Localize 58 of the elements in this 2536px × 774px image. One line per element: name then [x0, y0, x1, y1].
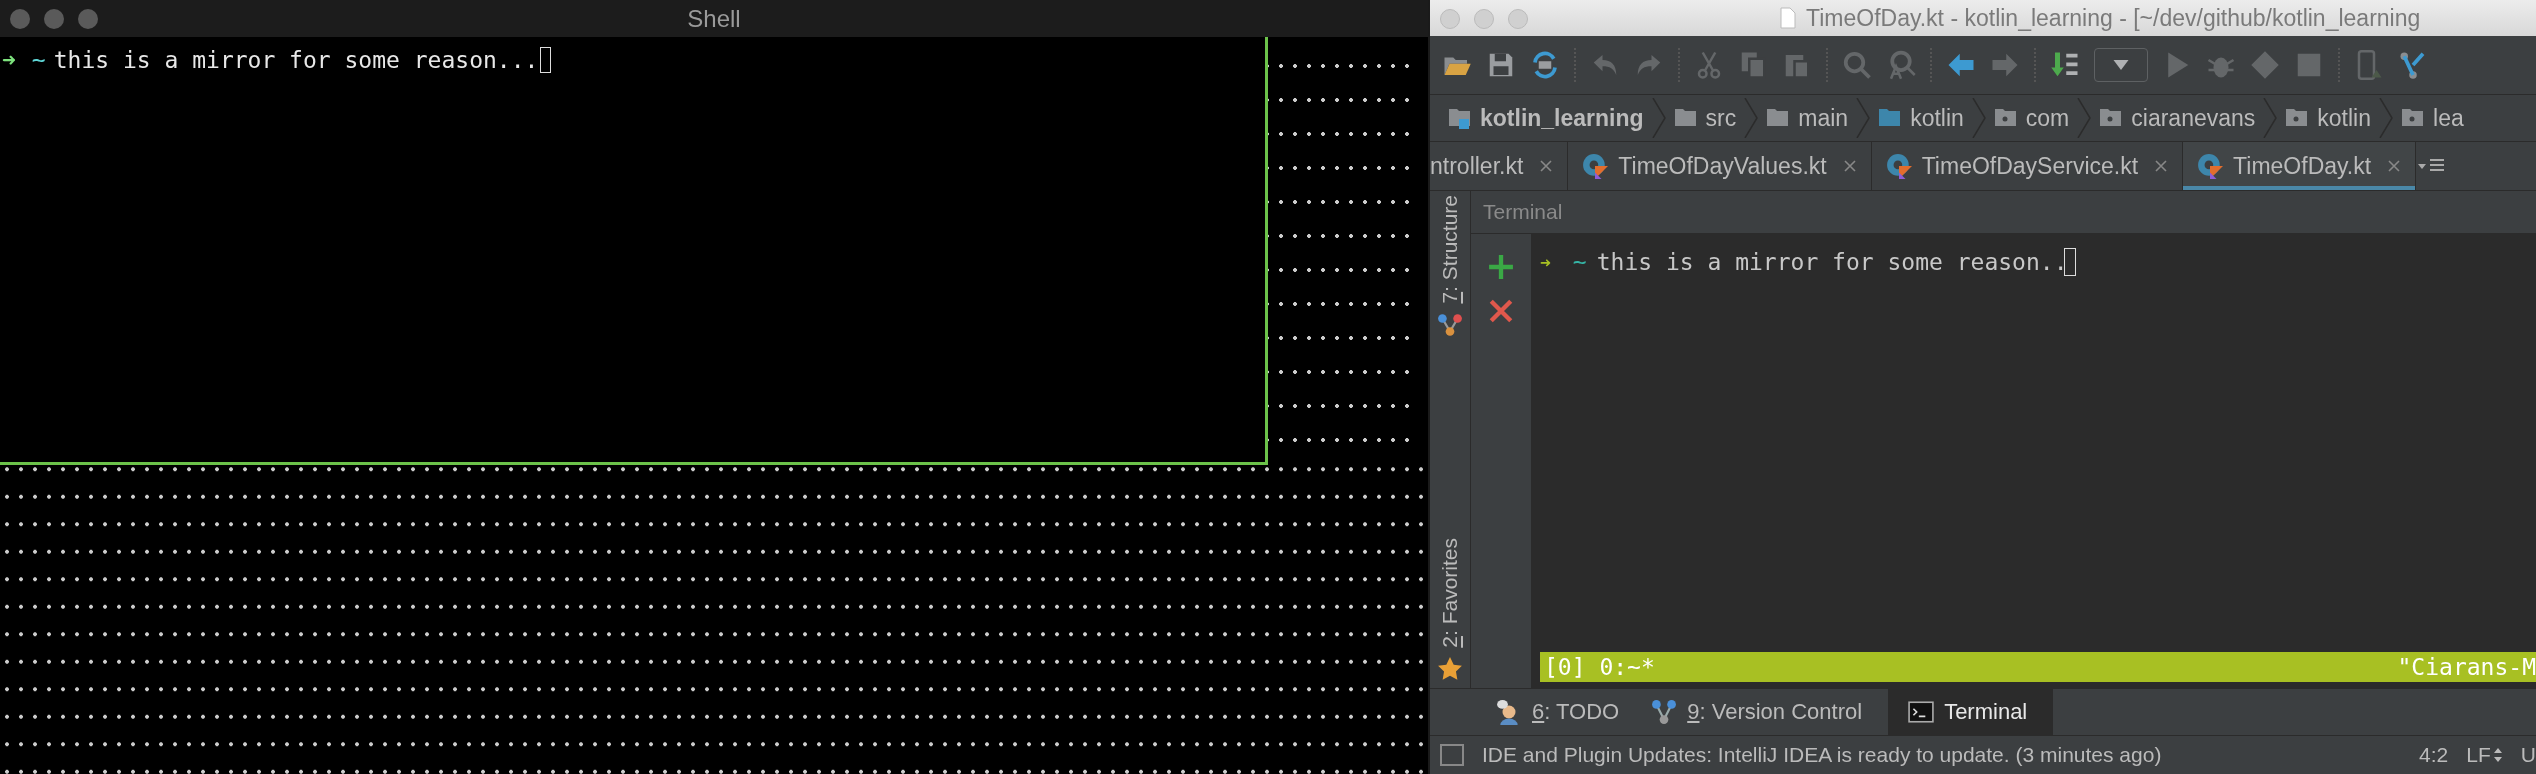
breadcrumb-item[interactable]: kotlin: [2281, 104, 2375, 132]
status-message[interactable]: IDE and Plugin Updates: IntelliJ IDEA is ready to update. (3 minutes ago): [1482, 743, 2402, 767]
breadcrumb-item[interactable]: main: [1762, 104, 1853, 132]
tool-window-tab[interactable]: Terminal: [1888, 689, 2054, 735]
prompt-directory: ~: [1572, 249, 1587, 275]
tool-windows-icon[interactable]: [1440, 744, 1464, 766]
tool-window-tab[interactable]: 6: TODO: [1490, 689, 1646, 735]
breadcrumb-item[interactable]: lea: [2397, 104, 2468, 132]
kotlin-class-icon: [1582, 153, 1609, 179]
breadcrumb-item[interactable]: com: [1989, 104, 2074, 132]
close-icon[interactable]: [1842, 159, 1857, 173]
window-title: Shell: [687, 4, 741, 33]
terminal-icon: [1908, 699, 1935, 725]
caret-icon: [2113, 60, 2129, 70]
prompt-arrow: ➜: [1540, 251, 1551, 273]
star-icon: [1437, 656, 1463, 682]
updown-icon: [2492, 747, 2503, 763]
panel-title: Terminal: [1483, 200, 1563, 224]
file-encoding[interactable]: U: [2520, 743, 2536, 767]
line-ending[interactable]: LF: [2466, 743, 2503, 767]
tool-window-tab[interactable]: 9: Version Control: [1645, 689, 1889, 735]
sync-icon[interactable]: [1530, 50, 1560, 80]
prompt-directory: ~: [31, 47, 46, 73]
prompt-arrow: ➜: [2, 47, 16, 73]
close-icon[interactable]: [2387, 159, 2402, 173]
text-cursor: [540, 47, 552, 73]
project-folder-icon: [1448, 106, 1472, 130]
minimize-button[interactable]: [44, 9, 64, 29]
close-icon[interactable]: [2154, 159, 2169, 173]
close-icon[interactable]: [1539, 159, 1554, 173]
breadcrumb-item[interactable]: kotlin_learning: [1444, 104, 1648, 132]
breadcrumb-item[interactable]: kotlin: [1874, 104, 1968, 132]
close-button[interactable]: [1440, 9, 1460, 29]
command-text: this is a mirror for some reason...: [53, 47, 539, 73]
text-cursor: [2063, 248, 2076, 276]
plus-icon[interactable]: [1488, 254, 1514, 280]
branch-icon: [1651, 699, 1678, 725]
command-text: this is a mirror for some reason..: [1596, 249, 2068, 275]
tool-window-button[interactable]: 7: Structure: [1438, 191, 1462, 308]
breadcrumb-item[interactable]: ciaranevans: [2095, 104, 2260, 132]
minimize-button[interactable]: [1474, 9, 1494, 29]
kotlin-class-icon: [1885, 153, 1912, 179]
document-icon: [1780, 7, 1796, 29]
config-dropdown[interactable]: [2094, 48, 2148, 82]
host-name: "Ciarans-M: [2397, 654, 2536, 680]
window-list: [0] 0:~*: [1544, 654, 1655, 680]
tool-window-button[interactable]: 2: Favorites: [1438, 534, 1462, 652]
caret-position[interactable]: 4:2: [2419, 743, 2449, 767]
editor-tab[interactable]: ntroller.kt: [1430, 142, 1569, 190]
zoom-button[interactable]: [78, 9, 98, 29]
kotlin-class-icon: [2197, 153, 2224, 179]
window-title: TimeOfDay.kt - kotlin_learning - [~/dev/github/kotlin_learning: [1806, 4, 2421, 32]
zoom-button[interactable]: [1508, 9, 1528, 29]
breadcrumb-item[interactable]: src: [1669, 104, 1741, 132]
structure-icon: [1437, 311, 1463, 338]
close-icon[interactable]: [1488, 298, 1514, 324]
editor-tab[interactable]: TimeOfDay.kt: [2183, 142, 2417, 190]
close-button[interactable]: [10, 9, 30, 29]
